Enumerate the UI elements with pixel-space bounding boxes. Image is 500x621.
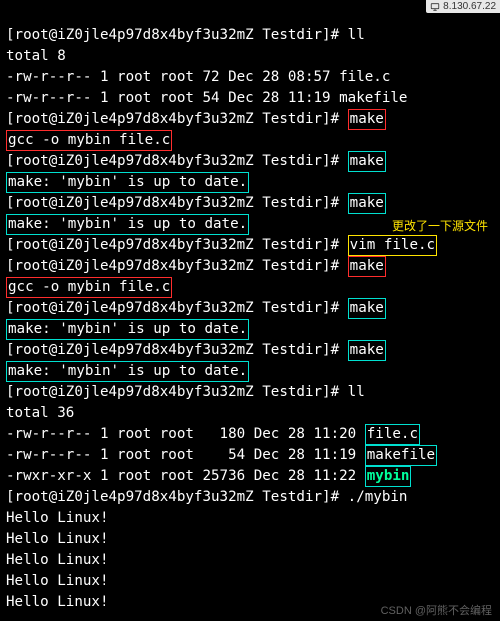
cmd-make[interactable]: make xyxy=(348,151,386,172)
cmd-make[interactable]: make xyxy=(348,109,386,130)
ls-line: -rwxr-xr-x 1 root root 25736 Dec 28 11:2… xyxy=(6,468,411,484)
gcc-output: gcc -o mybin file.c xyxy=(6,277,172,298)
makefile: makefile xyxy=(365,445,437,466)
ls-line: -rw-r--r-- 1 root root 72 Dec 28 08:57 f… xyxy=(6,69,390,85)
hello-output: Hello Linux! xyxy=(6,552,109,568)
cmd-make[interactable]: make xyxy=(348,256,386,277)
prompt: [root@iZ0jle4p97d8x4byf3u32mZ Testdir]# xyxy=(6,195,339,211)
ip-text: 8.130.67.22 xyxy=(443,1,496,12)
prompt: [root@iZ0jle4p97d8x4byf3u32mZ Testdir]# xyxy=(6,489,339,505)
cmd-ll[interactable]: ll xyxy=(348,27,365,43)
hello-output: Hello Linux! xyxy=(6,594,109,610)
total-line: total 8 xyxy=(6,48,66,64)
uptodate: make: 'mybin' is up to date. xyxy=(6,361,249,382)
cmd-run[interactable]: ./mybin xyxy=(348,489,408,505)
uptodate: make: 'mybin' is up to date. xyxy=(6,319,249,340)
uptodate: make: 'mybin' is up to date. xyxy=(6,214,249,235)
watermark: CSDN @阿熊不会编程 xyxy=(381,602,492,618)
gcc-output: gcc -o mybin file.c xyxy=(6,130,172,151)
prompt: [root@iZ0jle4p97d8x4byf3u32mZ Testdir]# xyxy=(6,237,339,253)
mybin-exec: mybin xyxy=(365,466,412,487)
cmd-make[interactable]: make xyxy=(348,193,386,214)
prompt: [root@iZ0jle4p97d8x4byf3u32mZ Testdir]# xyxy=(6,27,339,43)
hello-output: Hello Linux! xyxy=(6,573,109,589)
prompt: [root@iZ0jle4p97d8x4byf3u32mZ Testdir]# xyxy=(6,342,339,358)
prompt: [root@iZ0jle4p97d8x4byf3u32mZ Testdir]# xyxy=(6,384,339,400)
uptodate: make: 'mybin' is up to date. xyxy=(6,172,249,193)
hello-output: Hello Linux! xyxy=(6,531,109,547)
ls-line: -rw-r--r-- 1 root root 54 Dec 28 11:19 m… xyxy=(6,447,437,463)
cmd-vim[interactable]: vim file.c xyxy=(348,235,437,256)
terminal-output: [root@iZ0jle4p97d8x4byf3u32mZ Testdir]# … xyxy=(0,0,500,613)
ip-badge: 8.130.67.22 xyxy=(426,0,500,13)
prompt: [root@iZ0jle4p97d8x4byf3u32mZ Testdir]# xyxy=(6,111,339,127)
hello-output: Hello Linux! xyxy=(6,510,109,526)
cmd-ll[interactable]: ll xyxy=(348,384,365,400)
cmd-make[interactable]: make xyxy=(348,298,386,319)
total-line: total 36 xyxy=(6,405,74,421)
prompt: [root@iZ0jle4p97d8x4byf3u32mZ Testdir]# xyxy=(6,300,339,316)
prompt: [root@iZ0jle4p97d8x4byf3u32mZ Testdir]# xyxy=(6,258,339,274)
file-c: file.c xyxy=(365,424,420,445)
cmd-make[interactable]: make xyxy=(348,340,386,361)
ls-line: -rw-r--r-- 1 root root 54 Dec 28 11:19 m… xyxy=(6,90,407,106)
prompt: [root@iZ0jle4p97d8x4byf3u32mZ Testdir]# xyxy=(6,153,339,169)
network-icon xyxy=(430,2,440,12)
ls-line: -rw-r--r-- 1 root root 180 Dec 28 11:20 … xyxy=(6,426,420,442)
